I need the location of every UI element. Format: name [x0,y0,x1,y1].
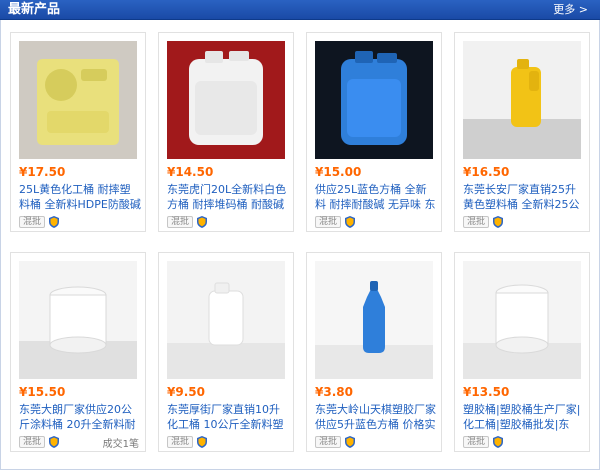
mixed-batch-badge: 混批 [19,436,46,448]
mixed-batch-badge: 混批 [315,436,342,448]
product-image[interactable] [167,41,285,159]
product-image[interactable] [19,41,137,159]
product-price: ¥13.50 [463,385,510,399]
product-image[interactable] [19,261,137,379]
product-image[interactable] [463,41,581,159]
product-card[interactable]: ¥15.50 东莞大朗厂家供应20公斤涂料桶 20升全新料耐摔食品桶 混批 成交… [10,252,146,452]
white-square-bucket-image [167,41,285,159]
shield-icon [197,436,208,448]
white-drum-image [463,261,581,379]
blue-square-bucket-image [315,41,433,159]
more-link[interactable]: 更多 > [553,3,588,17]
product-title[interactable]: 东莞厚街厂家直销10升化工桶 10公斤全新料塑料桶… [167,402,289,432]
product-price: ¥16.50 [463,165,510,179]
section-title: 最新产品 [8,2,61,17]
product-image[interactable] [167,261,285,379]
mixed-batch-badge: 混批 [167,436,194,448]
product-price: ¥15.00 [315,165,362,179]
white-jerrycan-image [167,261,285,379]
product-image[interactable] [463,261,581,379]
product-meta: 混批 [463,435,504,449]
product-image[interactable] [315,41,433,159]
product-card[interactable]: ¥13.50 塑胶桶|塑胶桶生产厂家|化工桶|塑胶桶批发|东莞… 混批 [454,252,590,452]
product-price: ¥17.50 [19,165,66,179]
product-meta: 混批 [463,215,504,229]
blue-bottle-image [315,261,433,379]
product-meta: 混批 [19,215,60,229]
mixed-batch-badge: 混批 [463,436,490,448]
shield-icon [493,436,504,448]
product-grid: ¥17.50 25L黄色化工桶 耐摔塑料桶 全新料HDPE防酸碱 东… 混批 ¥… [10,32,590,462]
product-meta: 混批 [19,435,60,449]
product-meta: 混批 [167,435,208,449]
product-meta: 混批 [315,215,356,229]
product-title[interactable]: 东莞大朗厂家供应20公斤涂料桶 20升全新料耐摔食品桶 [19,402,141,432]
product-card[interactable]: ¥17.50 25L黄色化工桶 耐摔塑料桶 全新料HDPE防酸碱 东… 混批 [10,32,146,232]
product-title[interactable]: 东莞大岭山天棋塑胶厂家供应5升蓝色方桶 价格实惠… [315,402,437,432]
product-meta: 混批 [167,215,208,229]
product-card[interactable]: ¥9.50 东莞厚街厂家直销10升化工桶 10公斤全新料塑料桶… 混批 [158,252,294,452]
mixed-batch-badge: 混批 [463,216,490,228]
shield-icon [345,436,356,448]
sales-count: 成交1笔 [102,439,139,450]
shield-icon [49,216,60,228]
section-header: 最新产品 更多 > [0,0,600,20]
mixed-batch-badge: 混批 [19,216,46,228]
shield-icon [197,216,208,228]
product-meta: 混批 [315,435,356,449]
product-card[interactable]: ¥16.50 东莞长安厂家直销25升黄色塑料桶 全新料25公斤化… 混批 [454,32,590,232]
product-price: ¥9.50 [167,385,205,399]
yellow-jerrycan-image [463,41,581,159]
mixed-batch-badge: 混批 [315,216,342,228]
mixed-batch-badge: 混批 [167,216,194,228]
shield-icon [493,216,504,228]
product-price: ¥3.80 [315,385,353,399]
product-card[interactable]: ¥3.80 东莞大岭山天棋塑胶厂家供应5升蓝色方桶 价格实惠… 混批 [306,252,442,452]
shield-icon [345,216,356,228]
product-title[interactable]: 25L黄色化工桶 耐摔塑料桶 全新料HDPE防酸碱 东… [19,182,141,212]
product-card[interactable]: ¥14.50 东莞虎门20L全新料白色方桶 耐摔堆码桶 耐酸碱20… 混批 [158,32,294,232]
white-paint-bucket-image [19,261,137,379]
product-price: ¥14.50 [167,165,214,179]
product-title[interactable]: 东莞长安厂家直销25升黄色塑料桶 全新料25公斤化… [463,182,585,212]
product-title[interactable]: 供应25L蓝色方桶 全新料 耐摔耐酸碱 无异味 东莞… [315,182,437,212]
yellow-jerrycan-image [19,41,137,159]
product-title[interactable]: 塑胶桶|塑胶桶生产厂家|化工桶|塑胶桶批发|东莞… [463,402,585,432]
product-image[interactable] [315,261,433,379]
product-price: ¥15.50 [19,385,66,399]
shield-icon [49,436,60,448]
product-card[interactable]: ¥15.00 供应25L蓝色方桶 全新料 耐摔耐酸碱 无异味 东莞… 混批 [306,32,442,232]
product-title[interactable]: 东莞虎门20L全新料白色方桶 耐摔堆码桶 耐酸碱20… [167,182,289,212]
